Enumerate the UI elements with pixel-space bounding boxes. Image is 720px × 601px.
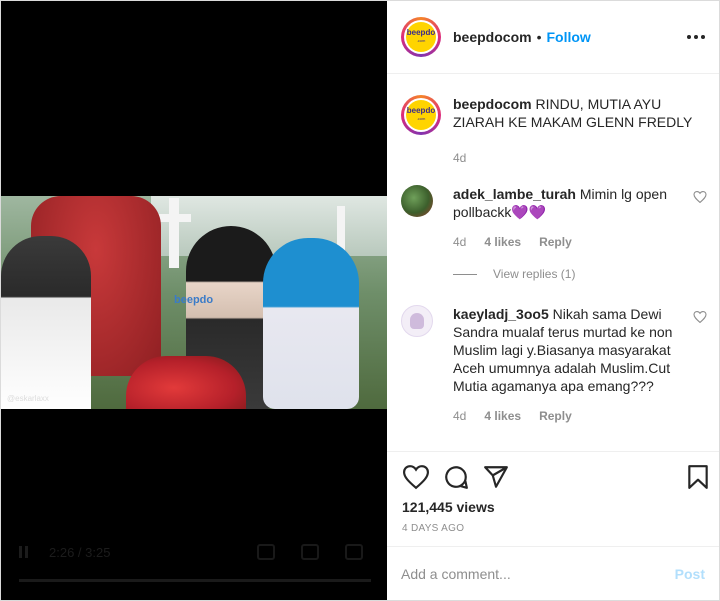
avatar[interactable] (401, 185, 433, 217)
fullscreen-icon[interactable] (345, 544, 363, 560)
comment-age[interactable]: 4d (453, 233, 466, 251)
comment-age[interactable]: 4d (453, 407, 466, 425)
post-modal: beepdo @eskarlaxx 2:26 / 3:25 beepdo .co… (0, 0, 720, 601)
post-header: beepdo .com beepdocom • Follow (387, 1, 719, 74)
caption-age[interactable]: 4d (453, 149, 466, 167)
avatar[interactable]: beepdo .com (401, 17, 441, 57)
reply-button[interactable]: Reply (539, 233, 572, 251)
grave-cross (169, 198, 179, 268)
post-timestamp[interactable]: 4 DAYS AGO (402, 523, 464, 534)
video-controls: 2:26 / 3:25 (1, 539, 387, 589)
divider (453, 273, 477, 275)
video-scene-flowers (126, 356, 246, 409)
author-username[interactable]: beepdocom (453, 29, 532, 45)
video-scene-person (1, 236, 91, 409)
comment-composer: Add a comment... Post (387, 546, 719, 600)
avatar[interactable]: beepdo .com (401, 95, 441, 135)
video-scene-person (263, 238, 359, 409)
post-sidebar: beepdo .com beepdocom • Follow beepdo .c… (387, 1, 719, 600)
comment-username[interactable]: kaeyladj_3oo5 (453, 306, 549, 322)
comment-item: adek_lambe_turah Mimin lg open pollbackk… (401, 185, 707, 251)
comment-input[interactable]: Add a comment... (401, 566, 675, 582)
comment-icon[interactable] (443, 464, 469, 490)
heart-icon[interactable] (403, 464, 429, 490)
share-icon[interactable] (483, 464, 509, 490)
volume-icon[interactable] (257, 544, 275, 560)
post-actions: 121,445 views 4 DAYS AGO (387, 451, 719, 545)
avatar[interactable] (401, 305, 433, 337)
comment-item: kaeyladj_3oo5 Nikah sama Dewi Sandra mua… (401, 305, 707, 425)
view-replies-label: View replies (1) (493, 267, 576, 281)
view-count[interactable]: 121,445 views (402, 499, 495, 515)
post-comment-button[interactable]: Post (675, 566, 705, 582)
comment-likes[interactable]: 4 likes (484, 233, 521, 251)
pause-button[interactable] (19, 546, 31, 560)
separator-dot: • (536, 29, 542, 45)
comments-list[interactable]: beepdo .com beepdocom RINDU, MUTIA AYU Z… (387, 75, 719, 451)
like-comment-heart-icon[interactable] (693, 311, 707, 323)
caption: beepdo .com beepdocom RINDU, MUTIA AYU Z… (401, 95, 701, 167)
video-watermark: beepdo (174, 294, 214, 306)
more-options-button[interactable] (687, 35, 705, 39)
caption-username[interactable]: beepdocom (453, 96, 532, 112)
comment-username[interactable]: adek_lambe_turah (453, 186, 576, 202)
beepdo-logo: beepdo .com (406, 22, 436, 52)
pause-icon (19, 546, 22, 558)
pause-icon (25, 546, 28, 558)
video-time: 2:26 / 3:25 (49, 545, 111, 560)
more-icon (687, 35, 691, 39)
beepdo-logo: beepdo .com (406, 100, 436, 130)
video-progress-bar[interactable] (19, 579, 371, 582)
bookmark-icon[interactable] (685, 464, 711, 490)
video-player[interactable]: beepdo @eskarlaxx 2:26 / 3:25 (1, 1, 387, 600)
grave-cross (157, 214, 191, 222)
follow-button[interactable]: Follow (546, 29, 590, 45)
reply-button[interactable]: Reply (539, 407, 572, 425)
like-comment-heart-icon[interactable] (693, 191, 707, 203)
video-credit: @eskarlaxx (7, 394, 49, 403)
comment-likes[interactable]: 4 likes (484, 407, 521, 425)
view-replies-button[interactable]: View replies (1) (453, 267, 575, 281)
video-frame[interactable]: beepdo @eskarlaxx (1, 196, 387, 409)
pip-icon[interactable] (301, 544, 319, 560)
